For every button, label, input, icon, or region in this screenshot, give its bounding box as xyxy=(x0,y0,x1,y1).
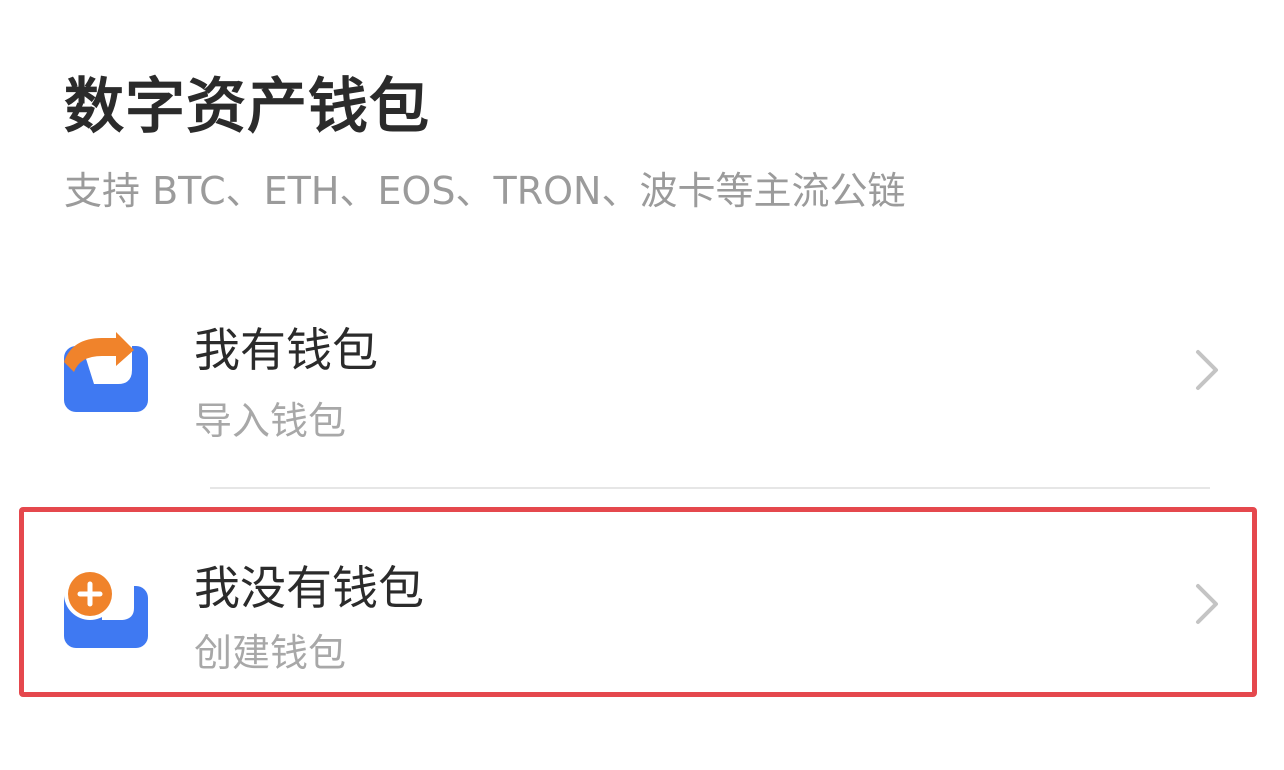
import-wallet-icon xyxy=(64,332,148,412)
page-title: 数字资产钱包 xyxy=(64,72,430,142)
wallet-setup-page: 数字资产钱包 支持 BTC、ETH、EOS、TRON、波卡等主流公链 我有钱包 … xyxy=(0,0,1284,770)
import-wallet-option[interactable]: 我有钱包 导入钱包 xyxy=(30,282,1250,462)
chevron-right-icon xyxy=(1196,584,1218,624)
create-wallet-icon xyxy=(64,568,148,648)
create-wallet-option[interactable]: 我没有钱包 创建钱包 xyxy=(30,516,1250,696)
option-subtitle: 创建钱包 xyxy=(194,631,347,675)
page-subtitle: 支持 BTC、ETH、EOS、TRON、波卡等主流公链 xyxy=(64,169,906,213)
option-subtitle: 导入钱包 xyxy=(194,399,347,443)
divider xyxy=(210,487,1210,489)
chevron-right-icon xyxy=(1196,350,1218,390)
option-title: 我没有钱包 xyxy=(194,561,424,615)
option-title: 我有钱包 xyxy=(194,323,378,377)
